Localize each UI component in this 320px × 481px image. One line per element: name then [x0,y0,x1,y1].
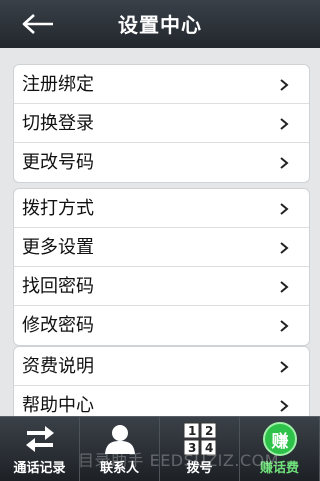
earn-badge-text: 赚 [271,431,289,452]
chevron-right-icon [280,281,289,293]
settings-item-label: 切换登录 [22,113,94,134]
tab-label: 赚话费 [259,461,299,476]
tab-dialpad[interactable]: 1 2 3 4 拨号 [160,417,240,481]
chevron-right-icon [280,79,289,91]
settings-group-preferences: 拨打方式 更多设置 找回密码 修改密码 [13,188,310,346]
settings-item-label: 帮助中心 [22,395,94,416]
settings-item-more-settings[interactable]: 更多设置 [14,228,309,267]
chevron-right-icon [280,320,289,332]
settings-item-switch-login[interactable]: 切换登录 [14,104,309,143]
settings-item-help-center[interactable]: 帮助中心 [14,386,309,416]
settings-group-info: 资费说明 帮助中心 [13,346,310,416]
page-title: 设置中心 [118,13,202,37]
settings-item-label: 资费说明 [22,356,94,377]
settings-list: 注册绑定 切换登录 更改号码 拨打方式 更多设置 找回密码 修改密码 资费说明 … [0,48,320,416]
settings-item-label: 拨打方式 [22,198,94,219]
svg-text:1: 1 [188,424,196,438]
earn-credit-icon: 赚 [260,421,300,457]
settings-item-label: 更多设置 [22,237,94,258]
tab-contacts[interactable]: 联系人 [80,417,160,481]
settings-item-change-number[interactable]: 更改号码 [14,143,309,182]
chevron-right-icon [280,118,289,130]
settings-item-tariff-info[interactable]: 资费说明 [14,347,309,386]
tab-call-log[interactable]: 通话记录 [0,417,80,481]
svg-text:3: 3 [188,441,196,455]
tab-label: 联系人 [99,461,139,476]
settings-item-label: 找回密码 [22,276,94,297]
svg-text:4: 4 [205,441,213,455]
bottom-tab-bar: 通话记录 联系人 1 2 3 4 拨号 赚 赚话费 目录助手 EEDSUZIZ.… [0,416,320,481]
settings-item-label: 注册绑定 [22,74,94,95]
person-icon [100,421,140,457]
keypad-icon: 1 2 3 4 [180,421,220,457]
settings-item-label: 修改密码 [22,315,94,336]
chevron-right-icon [280,157,289,169]
swap-arrows-icon [20,421,60,457]
settings-item-change-password[interactable]: 修改密码 [14,306,309,345]
chevron-right-icon [280,361,289,373]
settings-group-account: 注册绑定 切换登录 更改号码 [13,64,310,183]
settings-item-recover-password[interactable]: 找回密码 [14,267,309,306]
settings-item-label: 更改号码 [22,152,94,173]
chevron-right-icon [280,203,289,215]
settings-item-dial-mode[interactable]: 拨打方式 [14,189,309,228]
title-bar: 设置中心 [0,0,320,48]
svg-text:2: 2 [205,424,213,438]
chevron-right-icon [280,242,289,254]
settings-item-register-bind[interactable]: 注册绑定 [14,65,309,104]
tab-label: 通话记录 [13,461,66,476]
tab-earn-credit[interactable]: 赚 赚话费 [240,417,320,481]
tab-label: 拨号 [186,461,213,476]
chevron-right-icon [280,400,289,412]
